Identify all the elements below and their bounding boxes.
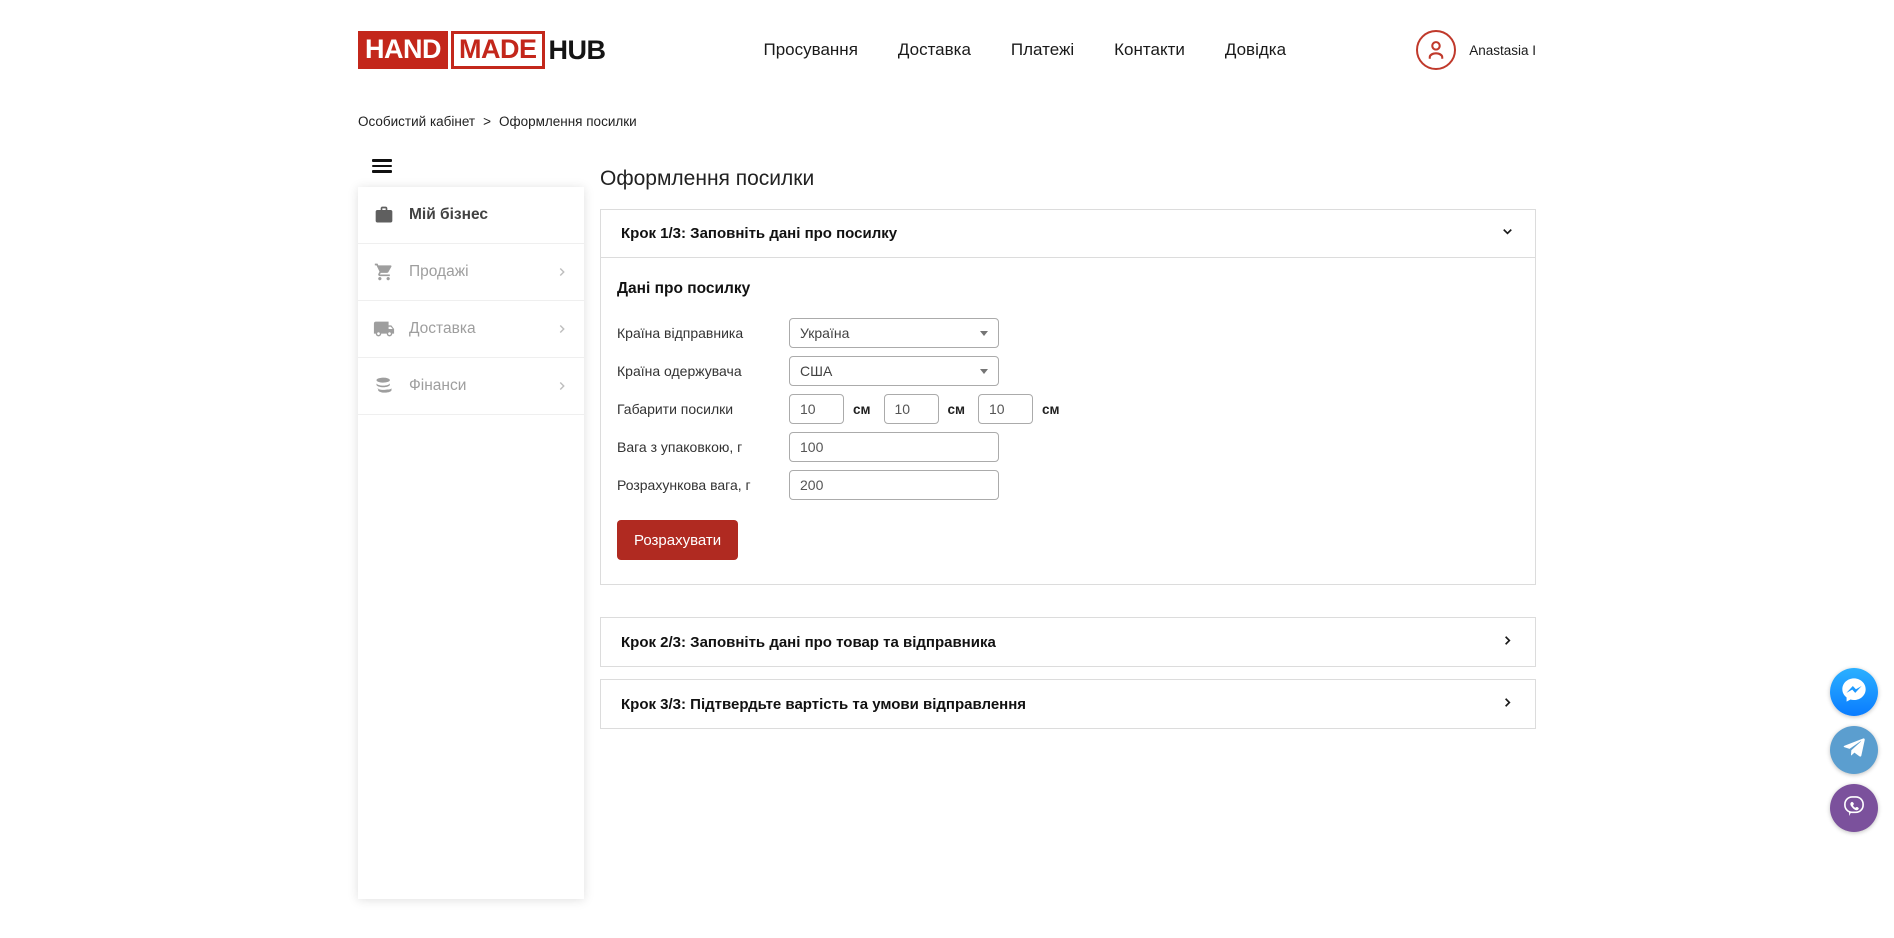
main-nav: Просування Доставка Платежі Контакти Дов… <box>764 40 1287 60</box>
sidebar-item-finances[interactable]: Фінанси <box>358 358 584 415</box>
user-avatar-icon <box>1416 30 1456 70</box>
dimension-unit: см <box>948 402 966 417</box>
step-1-header[interactable]: Крок 1/3: Заповніть дані про посилку <box>601 210 1535 258</box>
dimension-length-input[interactable] <box>789 394 844 424</box>
step-2-header[interactable]: Крок 2/3: Заповніть дані про товар та ві… <box>601 618 1535 666</box>
viber-button[interactable] <box>1830 784 1878 832</box>
sender-country-value: Україна <box>800 325 849 341</box>
step-1-card: Крок 1/3: Заповніть дані про посилку Дан… <box>600 209 1536 585</box>
sidebar: Мій бізнес Продажі Доставка <box>358 159 584 899</box>
breadcrumb-separator: > <box>483 114 491 129</box>
chevron-right-icon <box>1500 695 1515 714</box>
step-3-card: Крок 3/3: Підтвердьте вартість та умови … <box>600 679 1536 729</box>
dimensions-row: Габарити посилки см см см <box>617 394 1519 424</box>
sender-country-select[interactable]: Україна <box>789 318 999 348</box>
chevron-right-icon <box>1500 633 1515 652</box>
select-arrow-icon <box>980 369 988 374</box>
sidebar-card: Мій бізнес Продажі Доставка <box>358 187 584 899</box>
calculate-button[interactable]: Розрахувати <box>617 520 738 560</box>
telegram-icon <box>1841 735 1867 766</box>
page: HAND MADE HUB Просування Доставка Платеж… <box>0 0 1894 938</box>
chevron-right-icon <box>555 322 569 336</box>
sidebar-item-my-business[interactable]: Мій бізнес <box>358 187 584 244</box>
social-stack <box>1830 668 1878 832</box>
sender-country-label: Країна відправника <box>617 325 789 341</box>
cart-icon <box>373 261 395 283</box>
form-section-title: Дані про посилку <box>617 280 1519 298</box>
step-2-title: Крок 2/3: Заповніть дані про товар та ві… <box>621 634 996 651</box>
breadcrumb-current: Оформлення посилки <box>499 114 637 129</box>
chevron-down-icon <box>1500 224 1515 243</box>
sidebar-item-label: Фінанси <box>409 377 466 395</box>
recipient-country-row: Країна одержувача США <box>617 356 1519 386</box>
logo-made: MADE <box>451 31 545 69</box>
nav-item-contacts[interactable]: Контакти <box>1114 40 1185 60</box>
sidebar-item-sales[interactable]: Продажі <box>358 244 584 301</box>
messenger-icon <box>1840 676 1868 709</box>
weight-input[interactable] <box>789 432 999 462</box>
top-header: HAND MADE HUB Просування Доставка Платеж… <box>0 0 1894 100</box>
messenger-button[interactable] <box>1830 668 1878 716</box>
dimension-unit: см <box>1042 402 1060 417</box>
select-arrow-icon <box>980 331 988 336</box>
page-title: Оформлення посилки <box>600 167 1536 191</box>
step-3-header[interactable]: Крок 3/3: Підтвердьте вартість та умови … <box>601 680 1535 728</box>
dimension-height-input[interactable] <box>978 394 1033 424</box>
weight-row: Вага з упаковкою, г <box>617 432 1519 462</box>
nav-item-payments[interactable]: Платежі <box>1011 40 1074 60</box>
recipient-country-value: США <box>800 363 832 379</box>
recipient-country-label: Країна одержувача <box>617 363 789 379</box>
recipient-country-select[interactable]: США <box>789 356 999 386</box>
sidebar-item-label: Мій бізнес <box>409 206 488 224</box>
briefcase-icon <box>373 204 395 226</box>
chevron-right-icon <box>555 265 569 279</box>
step-3-title: Крок 3/3: Підтвердьте вартість та умови … <box>621 696 1026 713</box>
main-content: Оформлення посилки Крок 1/3: Заповніть д… <box>600 159 1536 729</box>
step-2-card: Крок 2/3: Заповніть дані про товар та ві… <box>600 617 1536 667</box>
sidebar-item-delivery[interactable]: Доставка <box>358 301 584 358</box>
coins-icon <box>373 375 395 397</box>
viber-icon <box>1840 792 1868 825</box>
sender-country-row: Країна відправника Україна <box>617 318 1519 348</box>
logo-hand: HAND <box>358 31 448 69</box>
dimensions-label: Габарити посилки <box>617 401 789 417</box>
dimension-width-input[interactable] <box>884 394 939 424</box>
user-menu[interactable]: Anastasia I <box>1416 30 1536 70</box>
telegram-button[interactable] <box>1830 726 1878 774</box>
nav-item-delivery[interactable]: Доставка <box>898 40 971 60</box>
calc-weight-row: Розрахункова вага, г <box>617 470 1519 500</box>
chevron-right-icon <box>555 379 569 393</box>
step-1-body: Дані про посилку Країна відправника Укра… <box>601 258 1535 584</box>
step-1-title: Крок 1/3: Заповніть дані про посилку <box>621 225 897 242</box>
dimension-unit: см <box>853 402 871 417</box>
menu-icon[interactable] <box>372 159 392 173</box>
nav-item-help[interactable]: Довідка <box>1225 40 1286 60</box>
sidebar-item-label: Продажі <box>409 263 469 281</box>
truck-icon <box>373 318 395 340</box>
nav-item-promotion[interactable]: Просування <box>764 40 858 60</box>
calc-weight-input[interactable] <box>789 470 999 500</box>
weight-label: Вага з упаковкою, г <box>617 439 789 455</box>
user-name: Anastasia I <box>1469 43 1536 58</box>
logo-hub: HUB <box>549 35 606 66</box>
breadcrumb-home[interactable]: Особистий кабінет <box>358 114 475 129</box>
sidebar-item-label: Доставка <box>409 320 476 338</box>
breadcrumb: Особистий кабінет > Оформлення посилки <box>358 114 1536 129</box>
calc-weight-label: Розрахункова вага, г <box>617 477 789 493</box>
handmade-hub-logo[interactable]: HAND MADE HUB <box>358 31 606 69</box>
